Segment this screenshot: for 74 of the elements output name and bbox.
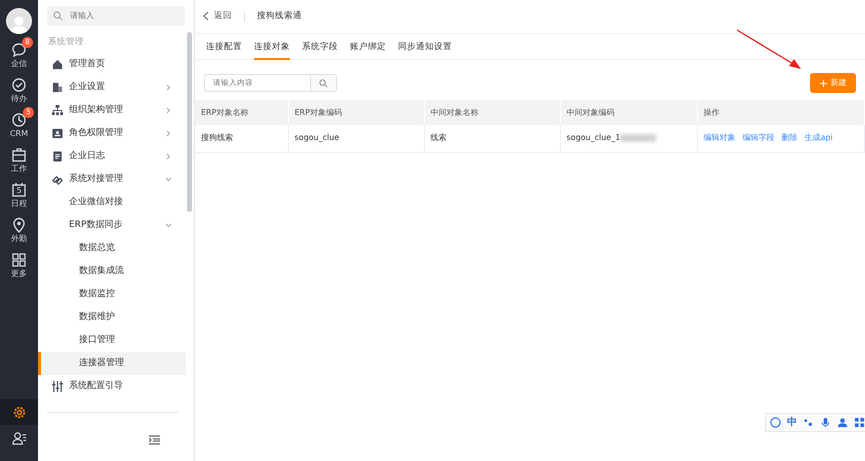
menu-item[interactable]: 系统对接管理 xyxy=(38,168,186,191)
org-chart-icon xyxy=(52,104,63,116)
grid-icon xyxy=(11,252,27,268)
grid-icon[interactable] xyxy=(854,417,865,428)
briefcase-icon xyxy=(11,147,27,163)
table-cell: sogou_clue_1 xyxy=(566,133,620,142)
menu-item[interactable]: 管理首页 xyxy=(38,52,186,76)
menu-item[interactable]: 系统配置引导 xyxy=(38,374,186,398)
menu-item[interactable]: 连接器管理 xyxy=(38,352,186,375)
menu-item[interactable]: 接口管理 xyxy=(38,328,186,352)
table-cell: sogou_clue xyxy=(288,125,424,152)
location-pin-icon xyxy=(11,217,27,233)
tab[interactable]: 连接对象 xyxy=(254,34,290,60)
microphone-icon[interactable] xyxy=(820,417,831,428)
menu-item[interactable]: 企业微信对接 xyxy=(38,190,186,214)
tab[interactable]: 连接配置 xyxy=(206,34,242,60)
section-label: 系统管理 xyxy=(48,36,85,49)
settings-icon xyxy=(12,404,26,420)
menu-item[interactable]: 角色权限管理 xyxy=(38,122,186,145)
rail-item[interactable]: 待办 xyxy=(11,77,27,105)
rail-button[interactable] xyxy=(0,399,38,425)
column-header: ERP对象编码 xyxy=(288,100,424,125)
rail-item[interactable]: 外勤 xyxy=(11,217,27,245)
id-card-icon xyxy=(52,128,63,139)
menu-item[interactable]: ERP数据同步 xyxy=(38,214,186,237)
menu-item[interactable]: 组织架构管理 xyxy=(38,98,186,122)
search-icon xyxy=(319,78,328,88)
menu-item[interactable]: 数据总览 xyxy=(38,236,186,260)
action-link[interactable]: 编辑字段 xyxy=(742,133,774,142)
scrollbar[interactable] xyxy=(187,32,192,212)
input-mode-toggle[interactable]: 中 xyxy=(787,415,797,430)
table-cell: 搜狗线索 xyxy=(195,125,288,152)
chat-bubble-icon xyxy=(11,42,27,58)
action-link[interactable]: 生成api xyxy=(804,133,833,142)
action-link[interactable]: 编辑对象 xyxy=(704,133,736,142)
home-icon xyxy=(52,58,63,70)
back-link[interactable]: 返回 xyxy=(203,10,232,23)
tab[interactable]: 账户绑定 xyxy=(350,34,386,60)
day-number: 5 xyxy=(15,186,23,196)
collapse-menu-icon[interactable] xyxy=(149,435,160,445)
page-title: 搜狗线索通 xyxy=(257,10,302,23)
clock-icon xyxy=(10,112,27,128)
search-icon xyxy=(53,11,63,21)
dots-icon[interactable] xyxy=(803,417,814,428)
person-icon[interactable] xyxy=(837,417,848,428)
link-icon xyxy=(52,174,63,185)
action-link[interactable]: 删除 xyxy=(782,133,798,142)
menu-item[interactable]: 数据监控 xyxy=(38,282,186,306)
tab[interactable]: 系统字段 xyxy=(302,34,338,60)
user-list-icon xyxy=(12,430,26,446)
menu-item[interactable]: 企业日志 xyxy=(38,144,186,168)
chevron-left-icon xyxy=(203,12,209,20)
rail-item[interactable]: 更多 xyxy=(11,252,27,280)
menu-item[interactable]: 数据维护 xyxy=(38,306,186,329)
document-icon xyxy=(52,150,63,162)
check-circle-icon xyxy=(11,77,27,93)
search-button[interactable] xyxy=(310,75,336,91)
table-cell: 线索 xyxy=(424,125,560,152)
rail-item[interactable]: 5 日程 xyxy=(11,182,27,210)
menu-item[interactable]: 数据集成流 xyxy=(38,260,186,283)
sliders-icon xyxy=(52,380,63,392)
building-icon xyxy=(52,82,63,93)
rail-item[interactable]: 工作 xyxy=(11,147,27,175)
column-header: ERP对象名称 xyxy=(195,100,288,125)
circle-logo-icon[interactable] xyxy=(770,417,781,428)
search-field[interactable]: 请输入 xyxy=(47,6,185,26)
tab[interactable]: 同步通知设置 xyxy=(398,34,452,60)
avatar-icon xyxy=(6,8,32,34)
column-header: 中间对象名称 xyxy=(424,100,560,125)
column-header: 操作 xyxy=(697,100,864,125)
column-header: 中间对象编码 xyxy=(560,100,697,125)
menu-item[interactable]: 企业设置 xyxy=(38,76,186,99)
search-input[interactable]: 请输入 xyxy=(68,9,168,23)
plus-icon xyxy=(820,80,826,86)
